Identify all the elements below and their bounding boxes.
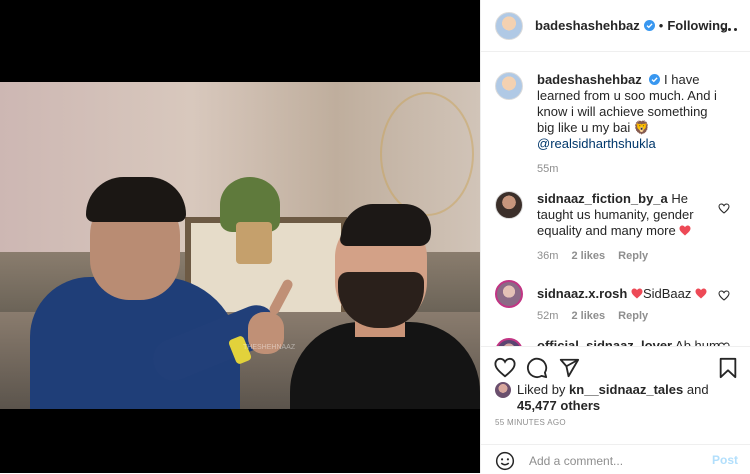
commenter-username[interactable]: sidnaaz_fiction_by_a (537, 191, 668, 206)
smiley-icon[interactable] (495, 451, 515, 471)
person-left-hair (86, 177, 186, 222)
like-comment-heart-icon[interactable] (718, 203, 730, 214)
comment-likes[interactable]: 2 likes (571, 310, 605, 322)
header-separator: • (658, 18, 664, 33)
comment-likes[interactable]: 2 likes (571, 250, 605, 262)
instagram-post-modal: THESHEHNAAZ badeshashehbaz • Following b… (0, 0, 750, 473)
reply-button[interactable]: Reply (618, 310, 648, 322)
background-pot (236, 222, 272, 264)
verified-badge-icon (649, 74, 661, 85)
image-watermark: THESHEHNAAZ (243, 344, 296, 351)
caption-username[interactable]: badeshashehbaz (537, 72, 642, 87)
following-button[interactable]: Following (667, 18, 728, 33)
caption-time[interactable]: 55m (537, 163, 558, 175)
red-heart-emoji (631, 288, 643, 299)
liker-avatar[interactable] (495, 382, 511, 398)
red-heart-emoji (679, 225, 691, 236)
like-comment-heart-icon[interactable] (718, 290, 730, 301)
commenter-avatar[interactable] (495, 280, 523, 308)
bookmark-icon[interactable] (718, 357, 738, 379)
liked-by-and: and (686, 382, 709, 397)
add-comment-input[interactable] (527, 450, 701, 472)
caption-avatar[interactable] (495, 72, 523, 100)
comment-icon[interactable] (526, 357, 548, 379)
comment-time[interactable]: 36m (537, 250, 558, 262)
post-sidebar: badeshashehbaz • Following badeshashehba… (480, 0, 750, 473)
lion-emoji: 🦁 (633, 120, 651, 135)
post-image[interactable]: THESHEHNAAZ (0, 82, 480, 409)
post-actions (481, 346, 750, 387)
share-icon[interactable] (558, 357, 580, 379)
comments-list[interactable]: badeshashehbaz I have learned from u soo… (481, 52, 750, 346)
likes-summary: Liked by kn__sidnaaz_tales and 45,477 ot… (495, 382, 736, 414)
liked-by-user[interactable]: kn__sidnaaz_tales (569, 382, 683, 397)
post-header: badeshashehbaz • Following (481, 0, 750, 52)
comment-text: SidBaaz (642, 286, 692, 301)
red-heart-emoji (695, 288, 707, 299)
commenter-avatar[interactable] (495, 191, 523, 219)
post-timestamp[interactable]: 55 MINUTES AGO (495, 418, 566, 427)
caption: badeshashehbaz I have learned from u soo… (481, 72, 750, 175)
add-comment-bar: Post (481, 444, 750, 474)
more-options-icon[interactable] (720, 18, 738, 34)
heart-icon[interactable] (494, 357, 516, 379)
liked-by-prefix: Liked by (517, 382, 566, 397)
commenter-username[interactable]: sidnaaz.x.rosh (537, 286, 627, 301)
comment-item: sidnaaz_fiction_by_a He taught us humani… (481, 191, 750, 262)
post-media[interactable]: THESHEHNAAZ (0, 0, 480, 473)
post-comment-button[interactable]: Post (712, 453, 738, 467)
comment-time[interactable]: 52m (537, 310, 558, 322)
caption-mention[interactable]: @realsidharthshukla (537, 136, 656, 151)
likes-count[interactable]: 45,477 others (495, 398, 736, 414)
person-right-hair (338, 204, 438, 246)
commenter-username[interactable]: official_sidnaaz_lover (537, 338, 672, 346)
verified-badge-icon (643, 20, 655, 31)
comment-item: official_sidnaaz_lover Ab hum Sidharth k… (481, 338, 750, 346)
author-avatar[interactable] (495, 11, 523, 40)
background-lamp (380, 92, 474, 216)
reply-button[interactable]: Reply (618, 250, 648, 262)
commenter-avatar[interactable] (495, 338, 523, 346)
author-username[interactable]: badeshashehbaz (535, 18, 640, 33)
comment-item: sidnaaz.x.rosh SidBaaz 52m 2 likes Reply (481, 280, 750, 322)
